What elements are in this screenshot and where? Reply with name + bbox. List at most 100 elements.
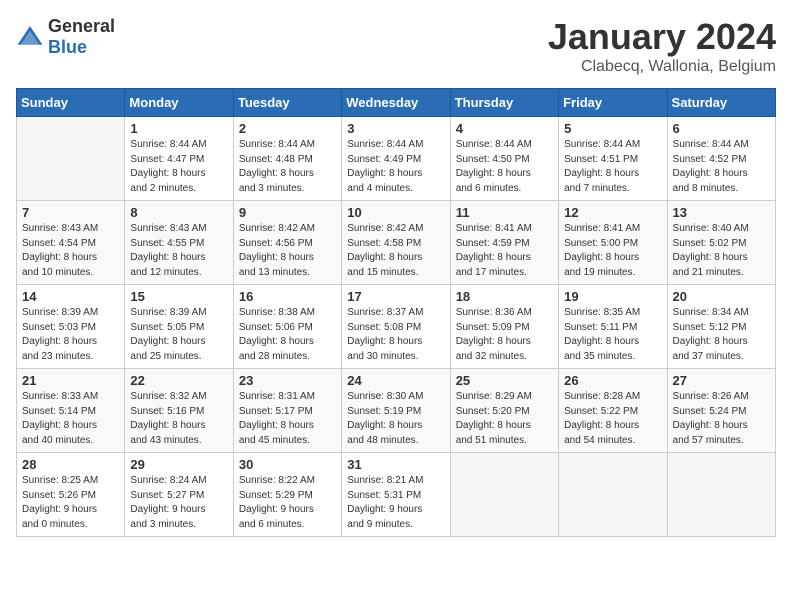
- day-info: Sunrise: 8:44 AMSunset: 4:52 PMDaylight:…: [673, 138, 770, 196]
- day-info: Sunrise: 8:35 AMSunset: 5:11 PMDaylight:…: [564, 306, 661, 364]
- calendar-cell: [559, 453, 667, 537]
- title-area: January 2024 Clabecq, Wallonia, Belgium: [548, 16, 776, 76]
- day-number: 27: [673, 373, 770, 388]
- day-info: Sunrise: 8:31 AMSunset: 5:17 PMDaylight:…: [239, 390, 336, 448]
- day-info: Sunrise: 8:40 AMSunset: 5:02 PMDaylight:…: [673, 222, 770, 280]
- sub-title: Clabecq, Wallonia, Belgium: [548, 58, 776, 76]
- calendar-cell: 30 Sunrise: 8:22 AMSunset: 5:29 PMDayligh…: [233, 453, 341, 537]
- calendar-cell: 21 Sunrise: 8:33 AMSunset: 5:14 PMDayligh…: [17, 369, 125, 453]
- day-info: Sunrise: 8:44 AMSunset: 4:47 PMDaylight:…: [130, 138, 227, 196]
- day-header-saturday: Saturday: [667, 89, 775, 117]
- day-number: 21: [22, 373, 119, 388]
- day-number: 31: [347, 457, 444, 472]
- day-info: Sunrise: 8:44 AMSunset: 4:51 PMDaylight:…: [564, 138, 661, 196]
- day-number: 2: [239, 121, 336, 136]
- calendar-cell: 9 Sunrise: 8:42 AMSunset: 4:56 PMDaylight…: [233, 201, 341, 285]
- day-info: Sunrise: 8:44 AMSunset: 4:48 PMDaylight:…: [239, 138, 336, 196]
- calendar-cell: 5 Sunrise: 8:44 AMSunset: 4:51 PMDaylight…: [559, 117, 667, 201]
- day-number: 9: [239, 205, 336, 220]
- day-info: Sunrise: 8:25 AMSunset: 5:26 PMDaylight:…: [22, 474, 119, 532]
- calendar-cell: 17Sunrise: 8:37 AMSunset: 5:08 PMDayligh…: [342, 285, 450, 369]
- logo: General Blue: [16, 16, 115, 58]
- week-row-2: 7 Sunrise: 8:43 AMSunset: 4:54 PMDaylight…: [17, 201, 776, 285]
- day-number: 7: [22, 205, 119, 220]
- day-number: 26: [564, 373, 661, 388]
- calendar-cell: 18Sunrise: 8:36 AMSunset: 5:09 PMDayligh…: [450, 285, 558, 369]
- day-number: 5: [564, 121, 661, 136]
- week-row-1: 1 Sunrise: 8:44 AMSunset: 4:47 PMDaylight…: [17, 117, 776, 201]
- day-number: 18: [456, 289, 553, 304]
- calendar-cell: [17, 117, 125, 201]
- calendar-cell: 22 Sunrise: 8:32 AMSunset: 5:16 PMDayligh…: [125, 369, 233, 453]
- calendar-cell: 2 Sunrise: 8:44 AMSunset: 4:48 PMDaylight…: [233, 117, 341, 201]
- day-number: 1: [130, 121, 227, 136]
- calendar-table: SundayMondayTuesdayWednesdayThursdayFrid…: [16, 88, 776, 537]
- calendar-cell: 11Sunrise: 8:41 AMSunset: 4:59 PMDayligh…: [450, 201, 558, 285]
- day-number: 16: [239, 289, 336, 304]
- calendar-cell: 19 Sunrise: 8:35 AMSunset: 5:11 PMDayligh…: [559, 285, 667, 369]
- day-number: 28: [22, 457, 119, 472]
- calendar-cell: [450, 453, 558, 537]
- day-number: 22: [130, 373, 227, 388]
- day-number: 12: [564, 205, 661, 220]
- day-info: Sunrise: 8:28 AMSunset: 5:22 PMDaylight:…: [564, 390, 661, 448]
- day-number: 10: [347, 205, 444, 220]
- day-header-sunday: Sunday: [17, 89, 125, 117]
- week-row-5: 28 Sunrise: 8:25 AMSunset: 5:26 PMDayligh…: [17, 453, 776, 537]
- day-info: Sunrise: 8:42 AMSunset: 4:58 PMDaylight:…: [347, 222, 444, 280]
- day-info: Sunrise: 8:33 AMSunset: 5:14 PMDaylight:…: [22, 390, 119, 448]
- day-header-thursday: Thursday: [450, 89, 558, 117]
- calendar-cell: 12 Sunrise: 8:41 AMSunset: 5:00 PMDayligh…: [559, 201, 667, 285]
- calendar-cell: 3Sunrise: 8:44 AMSunset: 4:49 PMDaylight…: [342, 117, 450, 201]
- day-info: Sunrise: 8:29 AMSunset: 5:20 PMDaylight:…: [456, 390, 553, 448]
- calendar-cell: 29 Sunrise: 8:24 AMSunset: 5:27 PMDayligh…: [125, 453, 233, 537]
- day-number: 6: [673, 121, 770, 136]
- day-info: Sunrise: 8:42 AMSunset: 4:56 PMDaylight:…: [239, 222, 336, 280]
- logo-blue-text: Blue: [48, 37, 87, 57]
- day-info: Sunrise: 8:34 AMSunset: 5:12 PMDaylight:…: [673, 306, 770, 364]
- main-title: January 2024: [548, 16, 776, 58]
- calendar-cell: 1 Sunrise: 8:44 AMSunset: 4:47 PMDaylight…: [125, 117, 233, 201]
- logo-general-text: General: [48, 16, 115, 36]
- calendar-cell: 15Sunrise: 8:39 AMSunset: 5:05 PMDayligh…: [125, 285, 233, 369]
- day-number: 29: [130, 457, 227, 472]
- calendar-cell: [667, 453, 775, 537]
- day-number: 3: [347, 121, 444, 136]
- calendar-cell: 16Sunrise: 8:38 AMSunset: 5:06 PMDayligh…: [233, 285, 341, 369]
- day-info: Sunrise: 8:32 AMSunset: 5:16 PMDaylight:…: [130, 390, 227, 448]
- day-info: Sunrise: 8:44 AMSunset: 4:50 PMDaylight:…: [456, 138, 553, 196]
- calendar-cell: 25Sunrise: 8:29 AMSunset: 5:20 PMDayligh…: [450, 369, 558, 453]
- day-header-tuesday: Tuesday: [233, 89, 341, 117]
- day-info: Sunrise: 8:39 AMSunset: 5:05 PMDaylight:…: [130, 306, 227, 364]
- day-header-monday: Monday: [125, 89, 233, 117]
- day-header-friday: Friday: [559, 89, 667, 117]
- calendar-cell: 10 Sunrise: 8:42 AMSunset: 4:58 PMDayligh…: [342, 201, 450, 285]
- day-info: Sunrise: 8:41 AMSunset: 5:00 PMDaylight:…: [564, 222, 661, 280]
- day-info: Sunrise: 8:43 AMSunset: 4:54 PMDaylight:…: [22, 222, 119, 280]
- day-info: Sunrise: 8:41 AMSunset: 4:59 PMDaylight:…: [456, 222, 553, 280]
- calendar-cell: 6 Sunrise: 8:44 AMSunset: 4:52 PMDaylight…: [667, 117, 775, 201]
- days-header-row: SundayMondayTuesdayWednesdayThursdayFrid…: [17, 89, 776, 117]
- day-number: 14: [22, 289, 119, 304]
- calendar-cell: 14 Sunrise: 8:39 AMSunset: 5:03 PMDayligh…: [17, 285, 125, 369]
- day-header-wednesday: Wednesday: [342, 89, 450, 117]
- calendar-cell: 27 Sunrise: 8:26 AMSunset: 5:24 PMDayligh…: [667, 369, 775, 453]
- day-number: 30: [239, 457, 336, 472]
- calendar-cell: 26 Sunrise: 8:28 AMSunset: 5:22 PMDayligh…: [559, 369, 667, 453]
- day-info: Sunrise: 8:22 AMSunset: 5:29 PMDaylight:…: [239, 474, 336, 532]
- calendar-cell: 7 Sunrise: 8:43 AMSunset: 4:54 PMDaylight…: [17, 201, 125, 285]
- calendar-cell: 20Sunrise: 8:34 AMSunset: 5:12 PMDayligh…: [667, 285, 775, 369]
- day-info: Sunrise: 8:39 AMSunset: 5:03 PMDaylight:…: [22, 306, 119, 364]
- day-info: Sunrise: 8:26 AMSunset: 5:24 PMDaylight:…: [673, 390, 770, 448]
- calendar-cell: 13 Sunrise: 8:40 AMSunset: 5:02 PMDayligh…: [667, 201, 775, 285]
- logo-icon: [16, 23, 44, 51]
- calendar-cell: 8Sunrise: 8:43 AMSunset: 4:55 PMDaylight…: [125, 201, 233, 285]
- calendar-cell: 24Sunrise: 8:30 AMSunset: 5:19 PMDayligh…: [342, 369, 450, 453]
- day-number: 13: [673, 205, 770, 220]
- day-number: 4: [456, 121, 553, 136]
- day-info: Sunrise: 8:24 AMSunset: 5:27 PMDaylight:…: [130, 474, 227, 532]
- day-info: Sunrise: 8:30 AMSunset: 5:19 PMDaylight:…: [347, 390, 444, 448]
- header: General Blue January 2024 Clabecq, Wallo…: [16, 16, 776, 76]
- day-number: 19: [564, 289, 661, 304]
- calendar-cell: 23Sunrise: 8:31 AMSunset: 5:17 PMDayligh…: [233, 369, 341, 453]
